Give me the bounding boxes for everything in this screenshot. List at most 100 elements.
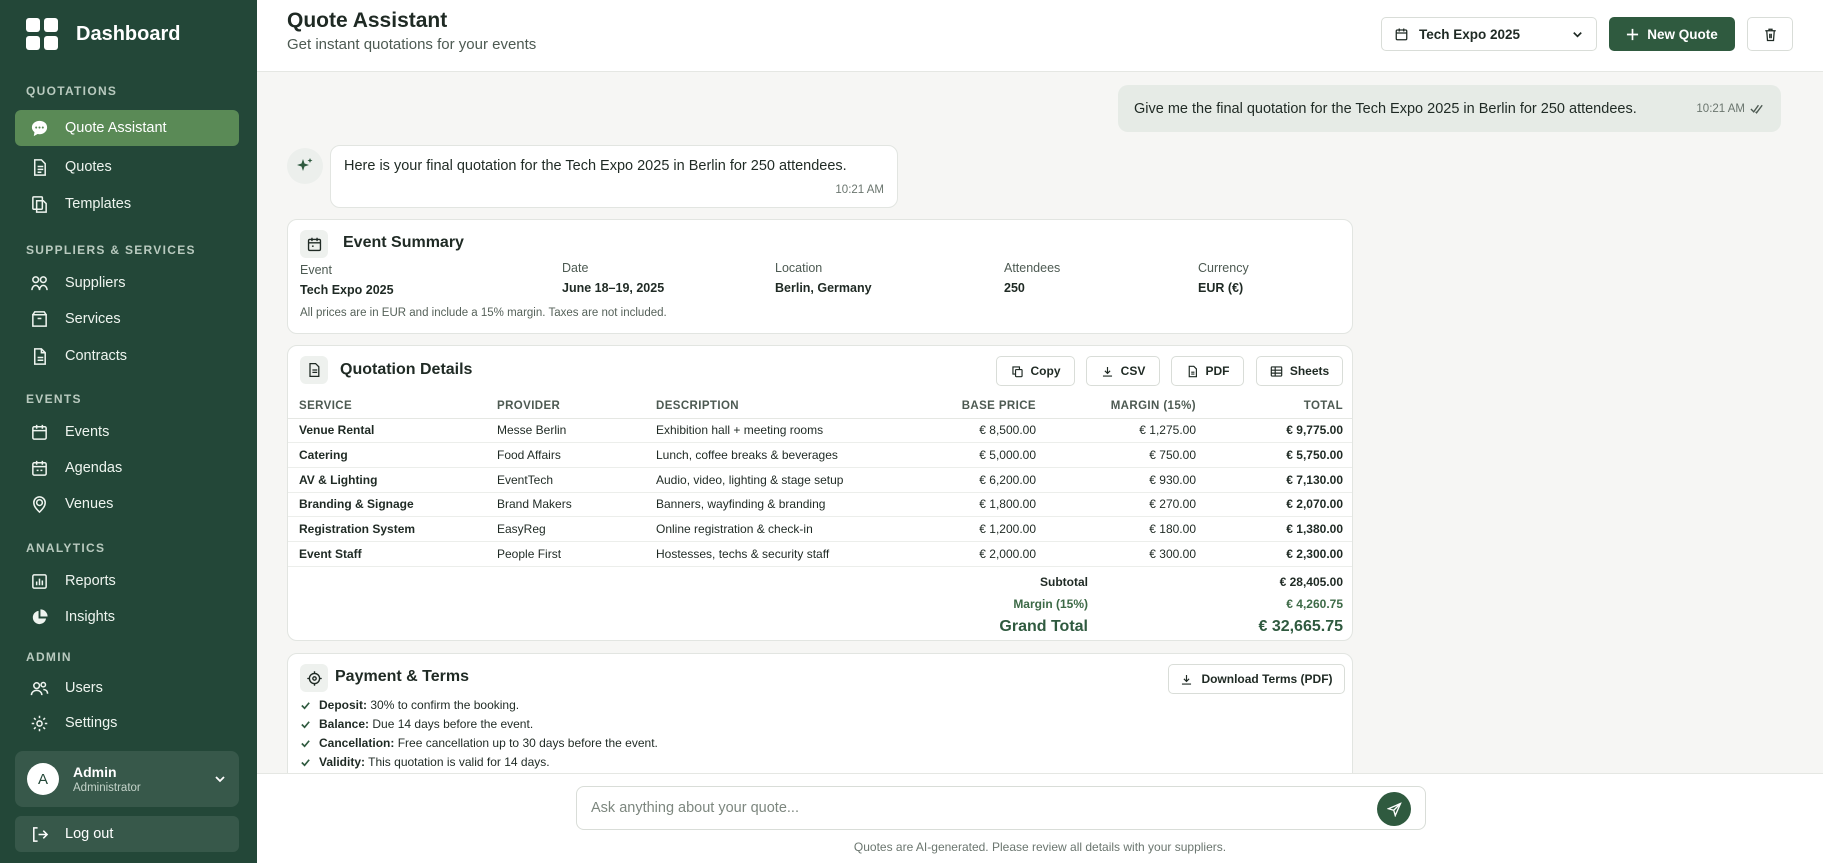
provider-cell: EasyReg <box>486 516 645 542</box>
sidebar-item-label: Services <box>65 311 121 327</box>
assistant-avatar <box>287 148 323 184</box>
location-value: Berlin, Germany <box>775 281 872 295</box>
sidebar-item-label: Insights <box>65 609 115 625</box>
nav-section-analytics: ANALYTICS <box>26 541 106 555</box>
table-row: Event Staff People First Hostesses, tech… <box>288 541 1352 567</box>
logout-button[interactable]: Log out <box>15 816 239 852</box>
brand[interactable]: Dashboard <box>26 18 180 50</box>
margin-cell: € 180.00 <box>1047 516 1207 542</box>
send-button[interactable] <box>1377 792 1411 826</box>
download-terms-button[interactable]: Download Terms (PDF) <box>1168 664 1345 694</box>
sidebar-item-label: Suppliers <box>65 275 126 291</box>
trash-icon <box>1764 28 1776 41</box>
assistant-message: Here is your final quotation for the Tec… <box>330 145 898 208</box>
csv-button[interactable]: CSV <box>1086 356 1160 386</box>
description-cell: Lunch, coffee breaks & beverages <box>645 442 917 468</box>
provider-cell: EventTech <box>486 467 645 493</box>
sidebar-item-templates[interactable]: Templates <box>15 186 239 222</box>
sheets-button[interactable]: Sheets <box>1256 356 1343 386</box>
table-icon <box>1270 365 1283 377</box>
calendar-icon <box>300 230 328 258</box>
provider-cell: Food Affairs <box>486 442 645 468</box>
margin-cell: € 1,275.00 <box>1047 418 1207 444</box>
sidebar-item-reports[interactable]: Reports <box>15 563 239 599</box>
pdf-button[interactable]: PDF <box>1171 356 1244 386</box>
pie-chart-icon <box>32 608 48 624</box>
target-icon <box>300 664 328 692</box>
description-cell: Hostesses, techs & security staff <box>645 541 917 567</box>
bar-chart-icon <box>32 573 47 589</box>
user-name: Admin <box>73 764 117 780</box>
nav-section-admin: ADMIN <box>26 650 72 664</box>
term-label: Cancellation: <box>319 736 395 750</box>
event-select[interactable]: Tech Expo 2025 <box>1381 17 1597 51</box>
pdf-label: PDF <box>1205 364 1230 378</box>
sidebar-item-suppliers[interactable]: Suppliers <box>15 265 239 301</box>
sidebar-item-users[interactable]: Users <box>15 670 239 706</box>
term-label: Validity: <box>319 755 366 769</box>
total-cell: € 1,380.00 <box>1207 516 1352 542</box>
service-cell: Venue Rental <box>288 418 486 444</box>
description-cell: Audio, video, lighting & stage setup <box>645 467 917 493</box>
dashboard-logo-icon <box>26 18 58 50</box>
assistant-message-time: 10:21 AM <box>835 184 884 196</box>
attendees-value: 250 <box>1004 281 1025 295</box>
gear-icon <box>31 715 48 731</box>
term-label: Deposit: <box>319 698 367 712</box>
base-price-cell: € 6,200.00 <box>917 467 1047 493</box>
sidebar-item-label: Templates <box>65 196 132 212</box>
event-select-value: Tech Expo 2025 <box>1419 26 1521 42</box>
check-icon <box>301 701 310 709</box>
sidebar-item-quotes[interactable]: Quotes <box>15 149 239 185</box>
delete-button[interactable] <box>1747 17 1793 51</box>
subtotal-label: Subtotal <box>1040 575 1088 589</box>
sidebar-item-services[interactable]: Services <box>15 301 239 337</box>
chevron-down-icon[interactable] <box>213 772 227 786</box>
quotation-details-title: Quotation Details <box>340 361 473 378</box>
table-row: AV & Lighting EventTech Audio, video, li… <box>288 467 1352 493</box>
logout-label: Log out <box>65 826 114 842</box>
description-cell: Banners, wayfinding & branding <box>645 492 917 518</box>
brand-title: Dashboard <box>76 22 181 45</box>
sidebar-item-quote-assistant[interactable]: Quote Assistant <box>15 110 239 146</box>
date-label: Date <box>562 261 589 275</box>
sidebar-item-settings[interactable]: Settings <box>15 705 239 741</box>
location-label: Location <box>775 261 823 275</box>
sidebar-item-label: Settings <box>65 715 118 731</box>
document-icon <box>300 356 328 384</box>
user-menu[interactable]: A Admin Administrator <box>15 751 239 807</box>
service-cell: Event Staff <box>288 541 486 567</box>
sidebar-item-label: Venues <box>65 496 114 512</box>
description-cell: Exhibition hall + meeting rooms <box>645 418 917 444</box>
plus-icon <box>1627 28 1639 40</box>
grand-total-label: Grand Total <box>999 618 1088 635</box>
copy-button[interactable]: Copy <box>996 356 1075 386</box>
provider-cell: People First <box>486 541 645 567</box>
assistant-message-text: Here is your final quotation for the Tec… <box>344 158 847 174</box>
base-price-cell: € 1,800.00 <box>917 492 1047 518</box>
provider-cell: Brand Makers <box>486 492 645 518</box>
sidebar-item-insights[interactable]: Insights <box>15 599 239 635</box>
event-label: Event <box>300 263 332 277</box>
term-balance: Balance: Due 14 days before the event. <box>300 717 533 731</box>
contract-icon <box>33 347 46 365</box>
sidebar-item-contracts[interactable]: Contracts <box>15 338 239 374</box>
column-header: DESCRIPTION <box>645 394 917 419</box>
sheets-label: Sheets <box>1289 364 1330 378</box>
payment-terms-title: Payment & Terms <box>335 668 469 685</box>
sidebar-item-agendas[interactable]: Agendas <box>15 450 239 486</box>
service-cell: Registration System <box>288 516 486 542</box>
avatar: A <box>27 763 59 795</box>
margin-cell: € 930.00 <box>1047 467 1207 493</box>
sidebar-item-label: Quotes <box>65 159 112 175</box>
new-quote-button[interactable]: New Quote <box>1609 17 1735 51</box>
chat-icon <box>31 120 48 136</box>
message-input[interactable] <box>591 787 1371 829</box>
nav-section-quotations: QUOTATIONS <box>26 84 118 98</box>
sidebar-item-venues[interactable]: Venues <box>15 486 239 522</box>
margin-cell: € 270.00 <box>1047 492 1207 518</box>
currency-label: Currency <box>1198 261 1249 275</box>
double-check-icon <box>1750 104 1763 114</box>
sidebar-item-events[interactable]: Events <box>15 414 239 450</box>
nav-section-events: EVENTS <box>26 392 82 406</box>
